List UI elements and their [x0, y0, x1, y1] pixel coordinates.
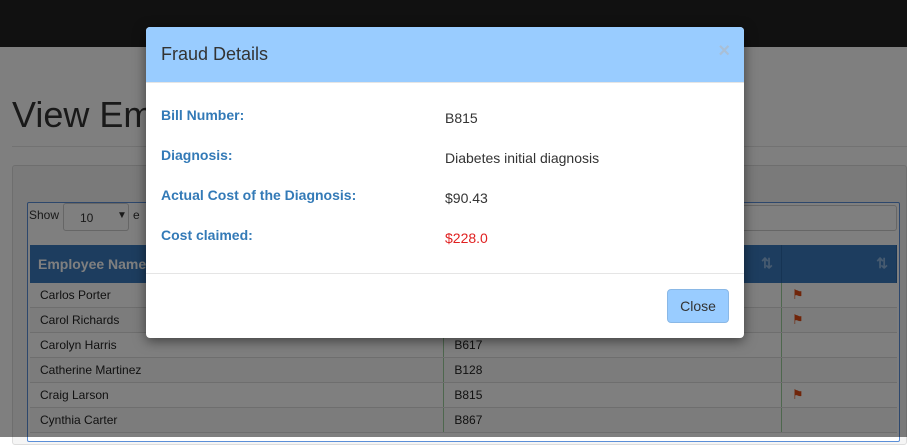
field-value: $90.43 — [445, 190, 488, 206]
field-actual-cost: Actual Cost of the Diagnosis: $90.43 — [161, 187, 731, 209]
field-bill-number: Bill Number: B815 — [161, 107, 731, 129]
field-diagnosis: Diagnosis: Diabetes initial diagnosis — [161, 147, 731, 169]
field-value: B815 — [445, 110, 478, 126]
modal-footer-divider — [146, 273, 744, 274]
modal-title: Fraud Details — [161, 44, 269, 64]
field-value: $228.0 — [445, 230, 488, 246]
fraud-details-modal: Fraud Details × Bill Number: B815 Diagno… — [146, 27, 744, 338]
close-button[interactable]: Close — [667, 289, 729, 323]
field-cost-claimed: Cost claimed: $228.0 — [161, 227, 731, 249]
close-icon[interactable]: × — [718, 40, 730, 63]
modal-header: Fraud Details × — [146, 27, 744, 83]
field-label: Cost claimed: — [161, 227, 253, 243]
field-label: Bill Number: — [161, 107, 245, 123]
field-label: Diagnosis: — [161, 147, 233, 163]
field-label: Actual Cost of the Diagnosis: — [161, 187, 357, 203]
field-value: Diabetes initial diagnosis — [445, 150, 600, 166]
